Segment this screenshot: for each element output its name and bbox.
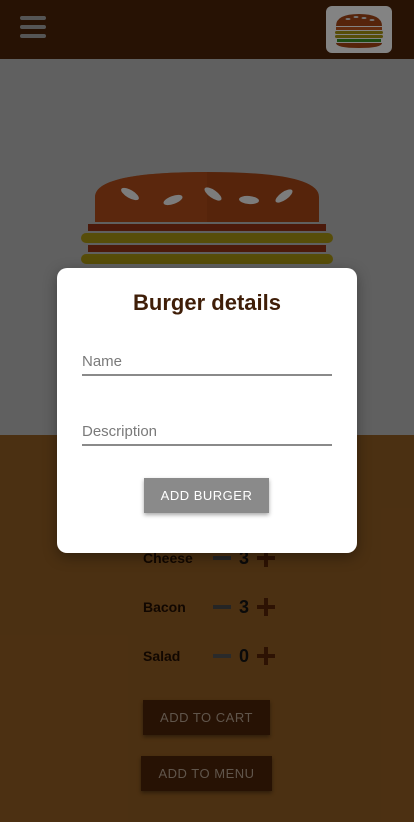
name-field — [82, 348, 332, 378]
dialog-title: Burger details — [133, 290, 281, 315]
name-input[interactable] — [82, 348, 332, 376]
add-burger-button[interactable]: ADD BURGER — [144, 478, 269, 513]
description-input[interactable] — [82, 418, 332, 446]
burger-details-dialog: Burger details ADD BURGER — [57, 268, 357, 553]
description-field — [82, 418, 332, 448]
